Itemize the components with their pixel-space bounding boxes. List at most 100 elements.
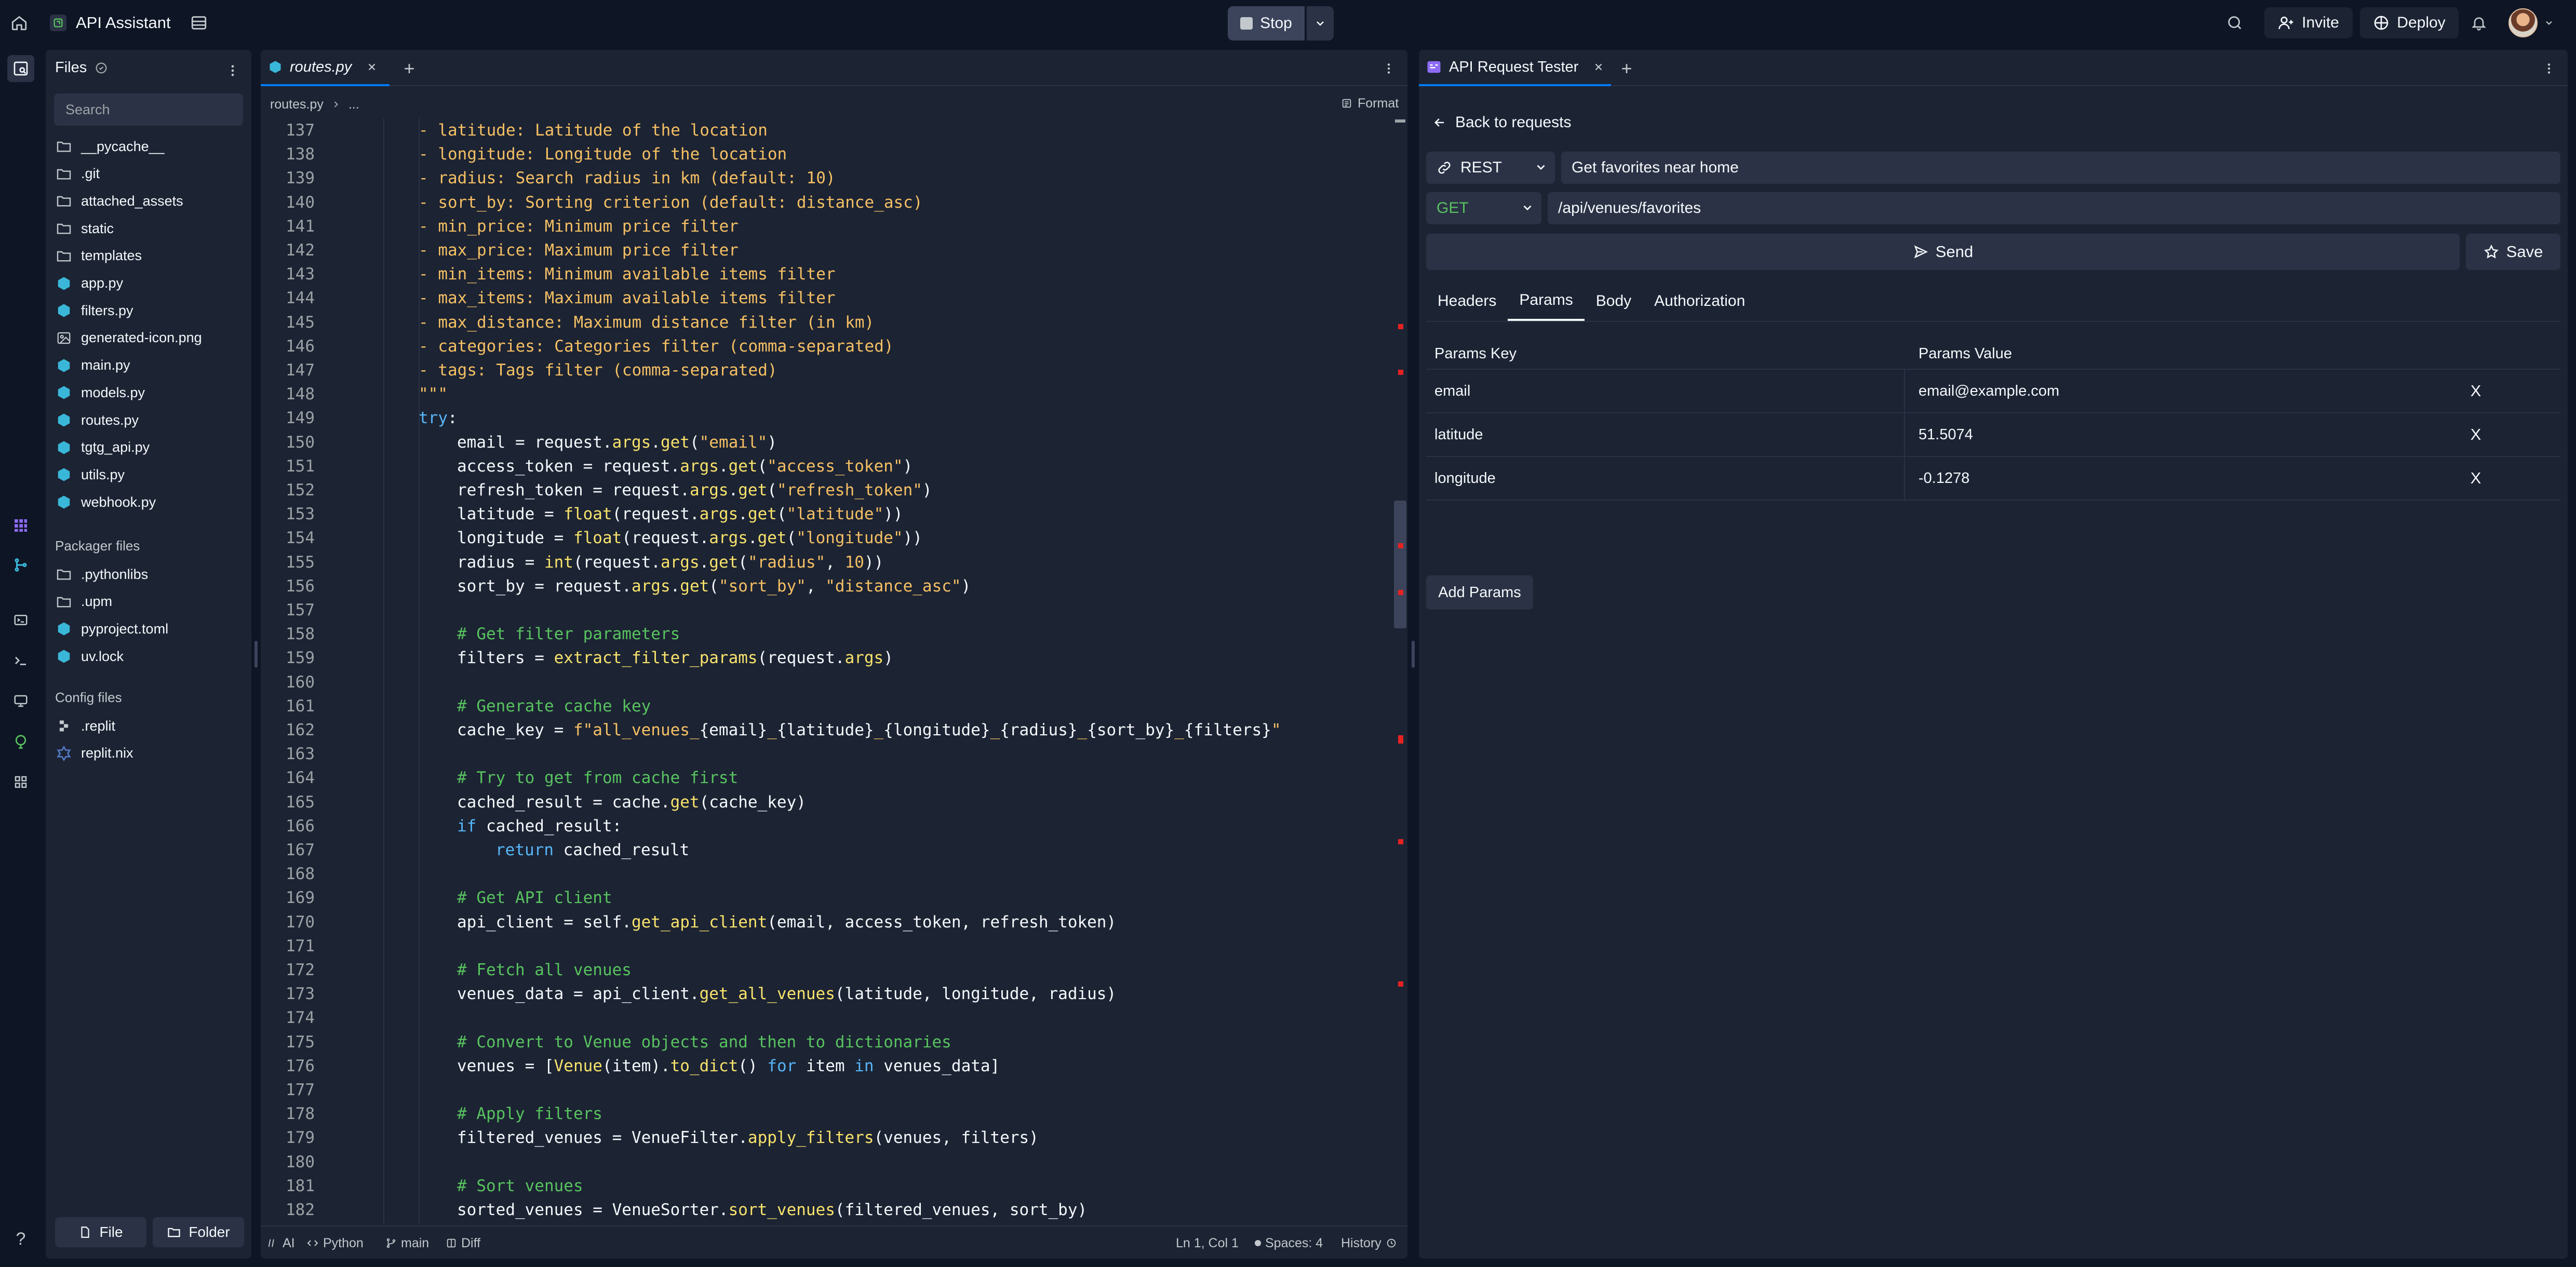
file-tree-item[interactable]: static (55, 216, 114, 241)
code-line[interactable]: 150 email = request.args.get("email") (261, 430, 1393, 454)
tab-params[interactable]: Params (1508, 281, 1585, 321)
new-tab-button[interactable]: + (1615, 57, 1638, 80)
param-value-input[interactable]: -0.1278 (1918, 457, 1969, 500)
file-tree-item[interactable]: replit.nix (55, 741, 133, 766)
file-tree-item[interactable]: webhook.py (55, 490, 156, 515)
code-line[interactable]: 153 latitude = float(request.args.get("la… (261, 502, 1393, 526)
file-tree-item[interactable]: uv.lock (55, 644, 124, 669)
add-params-button[interactable]: Add Params (1426, 575, 1533, 610)
code-line[interactable]: 167 return cached_result (261, 838, 1393, 862)
file-tree-item[interactable]: __pycache__ (55, 134, 165, 159)
param-value-input[interactable]: 51.5074 (1918, 413, 1973, 456)
rail-agent-button[interactable] (7, 512, 34, 539)
code-line[interactable]: 170 api_client = self.get_api_client(emai… (261, 910, 1393, 934)
run-options-button[interactable] (1307, 6, 1334, 41)
file-tree-item[interactable]: .pythonlibs (55, 562, 148, 587)
param-value-input[interactable]: email@example.com (1918, 370, 2059, 412)
repl-title[interactable]: API Assistant (50, 11, 171, 34)
code-editor[interactable]: 137- latitude: Latitude of the location 1… (261, 118, 1393, 1224)
file-tree-item[interactable]: pyproject.toml (55, 616, 168, 641)
new-file-button[interactable]: File (55, 1217, 146, 1247)
editor-menu-button[interactable] (1378, 58, 1399, 79)
tab-routes-py[interactable]: routes.py (261, 50, 390, 86)
remove-param-button[interactable]: X (2458, 413, 2494, 456)
diff-button[interactable]: Diff (446, 1226, 480, 1259)
file-tree-item[interactable]: utils.py (55, 462, 125, 487)
sync-icon[interactable] (94, 61, 109, 75)
rail-git-button[interactable] (7, 551, 34, 578)
language-button[interactable]: Python (306, 1226, 364, 1259)
home-button[interactable] (7, 11, 31, 34)
code-line[interactable]: 181 # Sort venues (261, 1174, 1393, 1198)
invite-button[interactable]: Invite (2264, 7, 2353, 38)
code-line[interactable]: 158 # Get filter parameters (261, 622, 1393, 646)
breadcrumb-file[interactable]: routes.py (270, 97, 324, 112)
file-tree-item[interactable]: app.py (55, 271, 123, 296)
code-line[interactable]: 148 """ (261, 382, 1393, 406)
request-name-input[interactable]: Get favorites near home (1561, 152, 2560, 184)
code-line[interactable]: 172 # Fetch all venues (261, 958, 1393, 982)
tab-authorization[interactable]: Authorization (1643, 281, 1756, 321)
rail-all-tools-button[interactable] (7, 769, 34, 796)
code-line[interactable]: 177 (261, 1078, 1393, 1102)
branch-button[interactable]: main (385, 1226, 429, 1259)
code-line[interactable]: 151 access_token = request.args.get("acce… (261, 454, 1393, 478)
file-tree-item[interactable]: .git (55, 161, 100, 186)
code-line[interactable]: 165 cached_result = cache.get(cache_key) (261, 790, 1393, 814)
editor-scrollbar[interactable] (1393, 118, 1407, 1224)
file-tree-item[interactable]: templates (55, 244, 142, 268)
code-line[interactable]: 147 - tags: Tags filter (comma-separated) (261, 358, 1393, 382)
code-line[interactable]: 176 venues = [Venue(item).to_dict() for i… (261, 1054, 1393, 1078)
code-line[interactable]: 156 sort_by = request.args.get("sort_by",… (261, 574, 1393, 598)
file-tree-item[interactable]: routes.py (55, 408, 139, 433)
code-line[interactable]: 145 - max_distance: Maximum distance filt… (261, 311, 1393, 334)
code-line[interactable]: 149 try: (261, 406, 1393, 430)
file-tree-item[interactable]: .replit (55, 713, 115, 738)
notifications-button[interactable] (2467, 11, 2491, 34)
file-search-input[interactable]: Search (54, 93, 243, 126)
file-tree-item[interactable]: main.py (55, 353, 130, 378)
file-tree-item[interactable]: filters.py (55, 298, 133, 323)
account-menu-button[interactable] (2542, 16, 2556, 30)
avatar[interactable] (2508, 8, 2538, 37)
breadcrumb-more[interactable]: ... (348, 97, 359, 112)
code-line[interactable]: 174 (261, 1006, 1393, 1030)
code-line[interactable]: 162 cache_key = f"all_venues_{email}_{lat… (261, 718, 1393, 742)
remove-param-button[interactable]: X (2458, 457, 2494, 500)
code-line[interactable]: 173 venues_data = api_client.get_all_venu… (261, 982, 1393, 1006)
file-tree-item[interactable]: generated-icon.png (55, 326, 202, 351)
code-line[interactable]: 154 longitude = float(request.args.get("l… (261, 526, 1393, 550)
code-line[interactable]: 175 # Convert to Venue objects and then t… (261, 1030, 1393, 1054)
code-line[interactable]: 179 filtered_venues = VenueFilter.apply_f… (261, 1126, 1393, 1150)
code-line[interactable]: 182 sorted_venues = VenueSorter.sort_venu… (261, 1198, 1393, 1222)
help-button[interactable]: ? (7, 1225, 34, 1252)
rail-shell-button[interactable] (7, 647, 34, 674)
file-tree-item[interactable]: .upm (55, 589, 112, 614)
code-line[interactable]: 168 (261, 862, 1393, 886)
global-search-button[interactable] (2223, 11, 2247, 34)
save-button[interactable]: Save (2466, 234, 2560, 270)
code-line[interactable]: 139 - radius: Search radius in km (defaul… (261, 166, 1393, 190)
file-tree-item[interactable]: tgtg_api.py (55, 435, 150, 460)
new-folder-button[interactable]: Folder (153, 1217, 244, 1247)
code-line[interactable]: 163 (261, 742, 1393, 766)
code-line[interactable]: 180 (261, 1150, 1393, 1174)
tab-headers[interactable]: Headers (1426, 281, 1508, 321)
ai-status-button[interactable]: AI (267, 1226, 295, 1259)
history-button[interactable]: History (1341, 1226, 1397, 1259)
editor-scroll-thumb[interactable] (1394, 501, 1406, 628)
protocol-select[interactable]: REST (1426, 152, 1555, 184)
method-select[interactable]: GET (1426, 192, 1541, 224)
tab-api-request-tester[interactable]: API Request Tester (1419, 50, 1611, 86)
code-line[interactable]: 140 - sort_by: Sorting criterion (default… (261, 191, 1393, 214)
rail-console-button[interactable] (7, 606, 34, 634)
indentation-button[interactable]: Spaces: 4 (1255, 1226, 1323, 1259)
pane-resize-handle[interactable] (1412, 641, 1415, 668)
close-icon[interactable] (366, 61, 378, 73)
close-icon[interactable] (1593, 61, 1604, 73)
code-line[interactable]: 137 - latitude: Latitude of the location (261, 118, 1393, 142)
remove-param-button[interactable]: X (2458, 370, 2494, 412)
send-button[interactable]: Send (1426, 234, 2460, 270)
stop-button[interactable]: Stop (1228, 6, 1305, 41)
rail-files-button[interactable] (7, 55, 34, 82)
